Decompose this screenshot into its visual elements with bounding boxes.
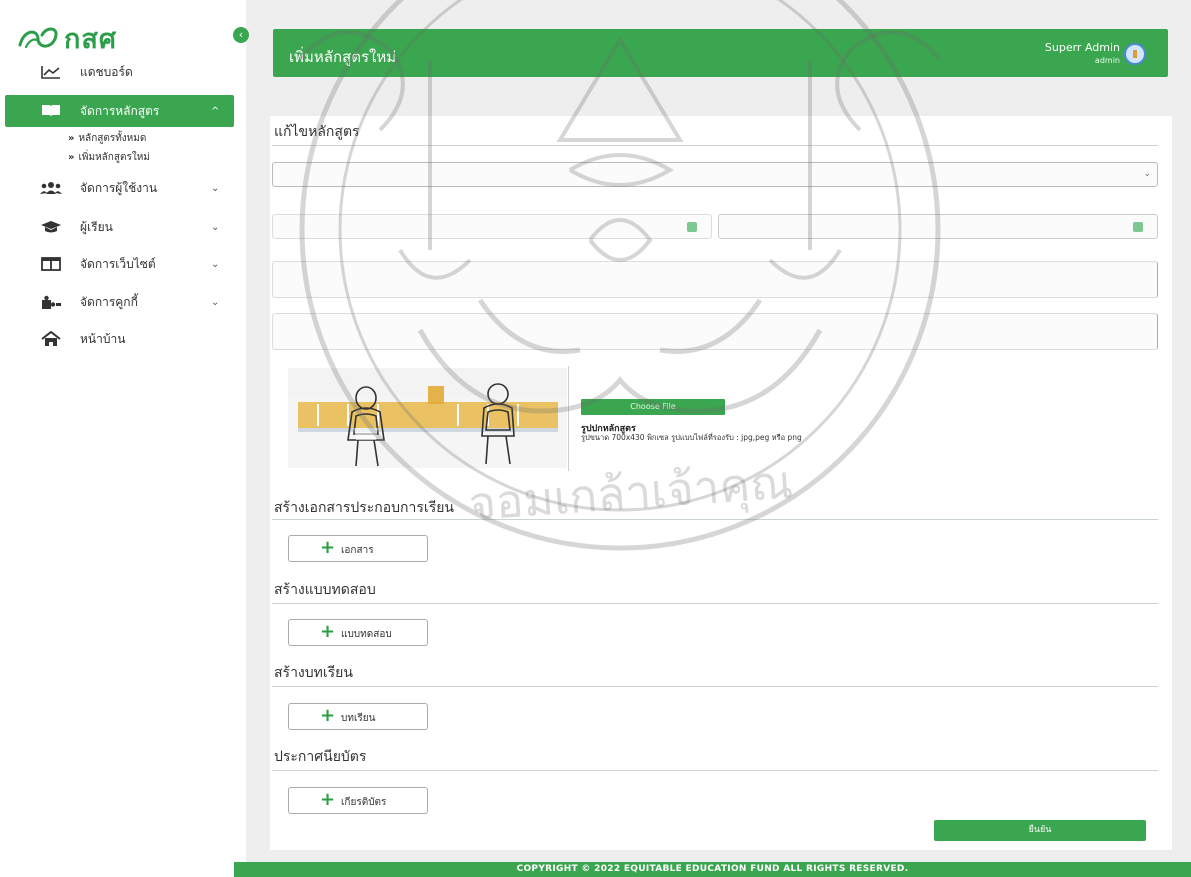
divider (272, 603, 1158, 604)
section-title-documents: สร้างเอกสารประกอบการเรียน (274, 500, 454, 516)
plus-icon: + (320, 789, 336, 810)
user-name[interactable]: Superr Admin (1045, 41, 1120, 54)
button-label: แบบทดสอบ (341, 629, 392, 640)
page-header: เพิ่มหลักสูตรใหม่ Superr Admin admin (273, 29, 1168, 77)
course-textarea-1[interactable] (272, 261, 1158, 298)
chevron-down-icon: ⌄ (211, 182, 220, 194)
plus-icon: + (320, 621, 336, 642)
chevron-up-icon: ^ (211, 105, 220, 117)
button-label: เอกสาร (341, 545, 374, 556)
divider (272, 686, 1158, 687)
course-form-card: แก้ไขหลักสูตร ⌄ Choose File รูปปกหลักสูต… (270, 116, 1172, 850)
book-icon (40, 103, 62, 119)
button-label: เกียรติบัตร (341, 797, 387, 808)
divider (272, 519, 1158, 520)
form-section-title: แก้ไขหลักสูตร (274, 124, 360, 140)
graduation-cap-icon (40, 219, 62, 235)
cover-image-hint: รูปขนาด 700x430 พิกเซล รูปแบบไฟล์ที่รองร… (581, 433, 802, 442)
subitem-label: หลักสูตรทั้งหมด (78, 133, 147, 144)
add-certificate-button[interactable]: + เกียรติบัตร (288, 787, 428, 814)
sidebar-item-label: ผู้เรียน (80, 219, 113, 234)
sidebar-item-label: จัดการหลักสูตร (80, 103, 160, 118)
sidebar-subitem-new-course[interactable]: » เพิ่มหลักสูตรใหม่ (68, 150, 150, 165)
divider (272, 770, 1158, 771)
subitem-label: เพิ่มหลักสูตรใหม่ (78, 152, 150, 163)
choose-file-button[interactable]: Choose File (581, 399, 725, 415)
image-divider (568, 366, 569, 471)
sidebar-item-cookies[interactable]: จัดการคูกกี้ ⌄ (0, 286, 234, 318)
chevron-down-icon: ⌄ (1143, 169, 1151, 179)
avatar[interactable] (1124, 43, 1146, 65)
add-document-button[interactable]: + เอกสาร (288, 535, 428, 562)
sidebar-item-label: หน้าบ้าน (80, 331, 126, 346)
students-illustration (288, 383, 567, 468)
double-chevron-icon: » (68, 152, 75, 163)
add-quiz-button[interactable]: + แบบทดสอบ (288, 619, 428, 646)
page-title: เพิ่มหลักสูตรใหม่ (289, 48, 397, 66)
section-title-quiz: สร้างแบบทดสอบ (274, 582, 376, 598)
section-title-lessons: สร้างบทเรียน (274, 665, 353, 681)
divider (272, 145, 1158, 146)
logo-icon (18, 27, 58, 49)
user-role: admin (1094, 56, 1120, 65)
sidebar-item-courses[interactable]: จัดการหลักสูตร ^ (5, 95, 234, 127)
chevron-down-icon: ⌄ (211, 221, 220, 233)
submit-button[interactable]: ยืนยัน (934, 820, 1146, 841)
double-chevron-icon: » (68, 133, 75, 144)
plus-icon: + (320, 537, 336, 558)
sidebar-collapse-button[interactable]: ‹ (233, 27, 249, 43)
section-title-certificate: ประกาศนียบัตร (274, 749, 367, 765)
sidebar-item-users[interactable]: จัดการผู้ใช้งาน ⌄ (0, 172, 234, 204)
users-icon (40, 180, 62, 196)
chevron-down-icon: ⌄ (211, 296, 220, 308)
sidebar-subitem-all-courses[interactable]: » หลักสูตรทั้งหมด (68, 131, 146, 146)
home-icon (40, 331, 62, 347)
sidebar-item-label: จัดการผู้ใช้งาน (80, 180, 158, 195)
sidebar-item-home[interactable]: หน้าบ้าน (0, 323, 234, 355)
course-input-right[interactable] (718, 214, 1158, 239)
brand-logo[interactable]: กสศ (16, 18, 117, 58)
input-status-icon (1133, 222, 1143, 232)
sidebar-item-label: จัดการคูกกี้ (80, 294, 138, 309)
course-textarea-2[interactable] (272, 313, 1158, 350)
sidebar-item-label: จัดการเว็บไซต์ (80, 256, 156, 271)
button-label: บทเรียน (341, 713, 376, 724)
sidebar: กสศ ‹ แดชบอร์ด จัดการหลักสูตร ^ » หลักสูต… (0, 0, 249, 877)
input-status-icon (687, 222, 697, 232)
sidebar-item-label: แดชบอร์ด (80, 64, 133, 79)
chart-line-icon (40, 64, 62, 80)
logo-text: กสศ (64, 23, 117, 55)
columns-icon (40, 256, 62, 272)
sidebar-item-learners[interactable]: ผู้เรียน ⌄ (0, 211, 234, 243)
course-category-select[interactable]: ⌄ (272, 162, 1158, 187)
plus-icon: + (320, 705, 336, 726)
sidebar-item-dashboard[interactable]: แดชบอร์ด (0, 56, 234, 88)
course-input-left[interactable] (272, 214, 712, 239)
chevron-left-icon: ‹ (238, 28, 244, 41)
add-lesson-button[interactable]: + บทเรียน (288, 703, 428, 730)
sidebar-item-website[interactable]: จัดการเว็บไซต์ ⌄ (0, 248, 234, 280)
chevron-down-icon: ⌄ (211, 258, 220, 270)
puzzle-icon (40, 294, 62, 310)
cover-image-preview (288, 368, 567, 468)
footer-copyright: COPYRIGHT © 2022 EQUITABLE EDUCATION FUN… (234, 862, 1191, 877)
